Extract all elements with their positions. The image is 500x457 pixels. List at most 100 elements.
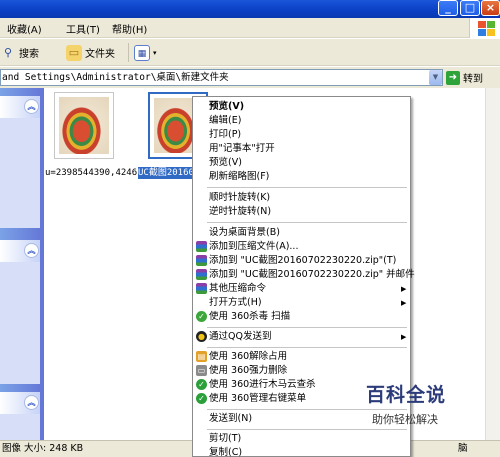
file-label-selected[interactable]: UC截图20160: [138, 167, 194, 179]
menu-item-add-zip[interactable]: 添加到 "UC截图20160702230220.zip"(T): [195, 254, 408, 268]
menu-tools[interactable]: 工具(T): [66, 21, 100, 36]
watermark-title: 百科全说: [366, 384, 447, 406]
menu-item-rotate-clockwise[interactable]: 顺时针旋转(K): [195, 191, 408, 205]
toolbar-divider: [128, 43, 129, 62]
menu-item-label: 刷新缩略图(F): [209, 171, 270, 182]
menu-item-360-unlock[interactable]: ▤ 使用 360解除占用: [195, 350, 408, 364]
address-dropdown-icon[interactable]: ▼: [429, 70, 442, 85]
minimize-icon[interactable]: _: [438, 0, 458, 16]
menu-separator: [207, 327, 407, 328]
task-pane-section: [0, 118, 40, 228]
address-bar: and Settings\Administrator\桌面\新建文件夹 ▼ ➜ …: [0, 67, 500, 88]
menu-item-label: 使用 360管理右键菜单: [209, 393, 307, 404]
folders-button[interactable]: ▭ 文件夹: [66, 43, 115, 62]
360-shield-icon: ✓: [196, 311, 207, 322]
menu-item-label: 使用 360强力删除: [209, 365, 288, 376]
menu-item-add-archive[interactable]: 添加到压缩文件(A)...: [195, 240, 408, 254]
menu-item-label: 使用 360解除占用: [209, 351, 288, 362]
folders-label: 文件夹: [85, 49, 115, 60]
search-icon: ⚲: [3, 45, 13, 59]
winrar-icon: [196, 269, 207, 280]
maximize-icon[interactable]: □: [460, 0, 480, 16]
submenu-arrow-icon: ▶: [401, 333, 407, 341]
task-pane: ︽ ︽ ︽: [0, 88, 44, 440]
menu-item-label: 设为桌面背景(B): [209, 227, 280, 238]
360-unlock-icon: ▤: [196, 351, 207, 362]
task-pane-section: [0, 262, 40, 384]
chevron-up-icon[interactable]: ︽: [24, 99, 39, 114]
menu-item-open-notepad[interactable]: 用"记事本"打开: [195, 142, 408, 156]
menu-item-label: 添加到 "UC截图20160702230220.zip"(T): [209, 255, 397, 266]
menu-item-open-with[interactable]: 打开方式(H) ▶: [195, 296, 408, 310]
menu-item-print[interactable]: 打印(P): [195, 128, 408, 142]
menu-item-copy[interactable]: 复制(C): [195, 446, 408, 457]
close-icon[interactable]: ×: [481, 0, 500, 16]
views-button[interactable]: ▦ ▾: [134, 43, 157, 62]
task-pane-section: [0, 414, 40, 440]
watermark: 百科全说 助你轻松解决: [356, 380, 456, 430]
360-delete-icon: ▭: [196, 365, 207, 376]
menu-separator: [207, 187, 407, 188]
menu-item-add-zip-email[interactable]: 添加到 "UC截图20160702230220.zip" 并邮件: [195, 268, 415, 282]
search-button[interactable]: ⚲ 搜索: [0, 43, 39, 62]
vertical-scrollbar[interactable]: [485, 88, 500, 440]
winrar-icon: [196, 241, 207, 252]
menu-item-send-via-qq[interactable]: ● 通过QQ发送到 ▶: [195, 330, 408, 344]
views-icon: ▦: [134, 44, 150, 61]
menu-item-label: 预览(V): [209, 157, 242, 168]
submenu-arrow-icon: ▶: [401, 285, 407, 293]
menu-item-other-compress[interactable]: 其他压缩命令 ▶: [195, 282, 408, 296]
menu-item-360-scan[interactable]: ✓ 使用 360杀毒 扫描: [195, 310, 408, 324]
menu-item-label: 复制(C): [209, 447, 243, 457]
file-thumbnail[interactable]: [54, 92, 114, 159]
go-arrow-icon: ➜: [446, 70, 460, 85]
360-cloud-icon: ✓: [196, 379, 207, 390]
menu-separator: [207, 347, 407, 348]
menu-separator: [207, 222, 407, 223]
qq-icon: ●: [196, 331, 207, 342]
menu-item-edit[interactable]: 编辑(E): [195, 114, 408, 128]
menu-item-label: 预览(V): [209, 101, 245, 112]
tiger-image: [59, 97, 109, 154]
menu-item-label: 打印(P): [209, 129, 242, 140]
menu-item-label: 通过QQ发送到: [209, 331, 272, 342]
menu-item-label: 使用 360进行木马云查杀: [209, 379, 316, 390]
chevron-down-icon: ▾: [153, 48, 157, 57]
task-pane-header: ︽: [0, 392, 40, 414]
menu-item-label: 其他压缩命令: [209, 283, 267, 294]
status-text: 图像 大小: 248 KB: [2, 443, 84, 454]
menu-item-label: 编辑(E): [209, 115, 242, 126]
menu-help[interactable]: 帮助(H): [112, 21, 147, 36]
menu-item-360-force-delete[interactable]: ▭ 使用 360强力删除: [195, 364, 408, 378]
task-pane-header: ︽: [0, 240, 40, 262]
task-pane-header: ︽: [0, 96, 40, 118]
address-input[interactable]: and Settings\Administrator\桌面\新建文件夹: [0, 69, 443, 86]
menu-item-label: 添加到压缩文件(A)...: [209, 241, 299, 252]
title-bar: _ □ ×: [0, 0, 500, 18]
menu-item-cut[interactable]: 剪切(T): [195, 432, 408, 446]
menu-item-label: 发送到(N): [209, 413, 253, 424]
go-button[interactable]: ➜ 转到: [446, 70, 483, 85]
menu-item-preview-2[interactable]: 预览(V): [195, 156, 408, 170]
menu-item-set-desktop-background[interactable]: 设为桌面背景(B): [195, 226, 408, 240]
go-label: 转到: [463, 74, 483, 85]
menu-item-label: 添加到 "UC截图20160702230220.zip" 并邮件: [209, 269, 415, 280]
watermark-subtitle: 助你轻松解决: [372, 413, 438, 426]
menu-item-rotate-counterclockwise[interactable]: 逆时针旋转(N): [195, 205, 408, 219]
menu-item-label: 顺时针旋转(K): [209, 192, 271, 203]
status-zone: 脑: [458, 443, 468, 454]
360-manage-icon: ✓: [196, 393, 207, 404]
winrar-icon: [196, 255, 207, 266]
winrar-icon: [196, 283, 207, 294]
menu-item-label: 使用 360杀毒 扫描: [209, 311, 291, 322]
chevron-up-icon[interactable]: ︽: [24, 395, 39, 410]
windows-logo-icon: [469, 18, 500, 38]
menu-item-refresh-thumbnail[interactable]: 刷新缩略图(F): [195, 170, 408, 184]
menu-favorites[interactable]: 收藏(A): [7, 21, 42, 36]
chevron-up-icon[interactable]: ︽: [24, 243, 39, 258]
menu-item-label: 逆时针旋转(N): [209, 206, 272, 217]
toolbar: ⚲ 搜索 ▭ 文件夹 ▦ ▾: [0, 39, 500, 66]
submenu-arrow-icon: ▶: [401, 299, 407, 307]
menu-item-preview[interactable]: 预览(V): [195, 100, 408, 114]
menu-bar: 收藏(A) 工具(T) 帮助(H): [0, 18, 500, 38]
